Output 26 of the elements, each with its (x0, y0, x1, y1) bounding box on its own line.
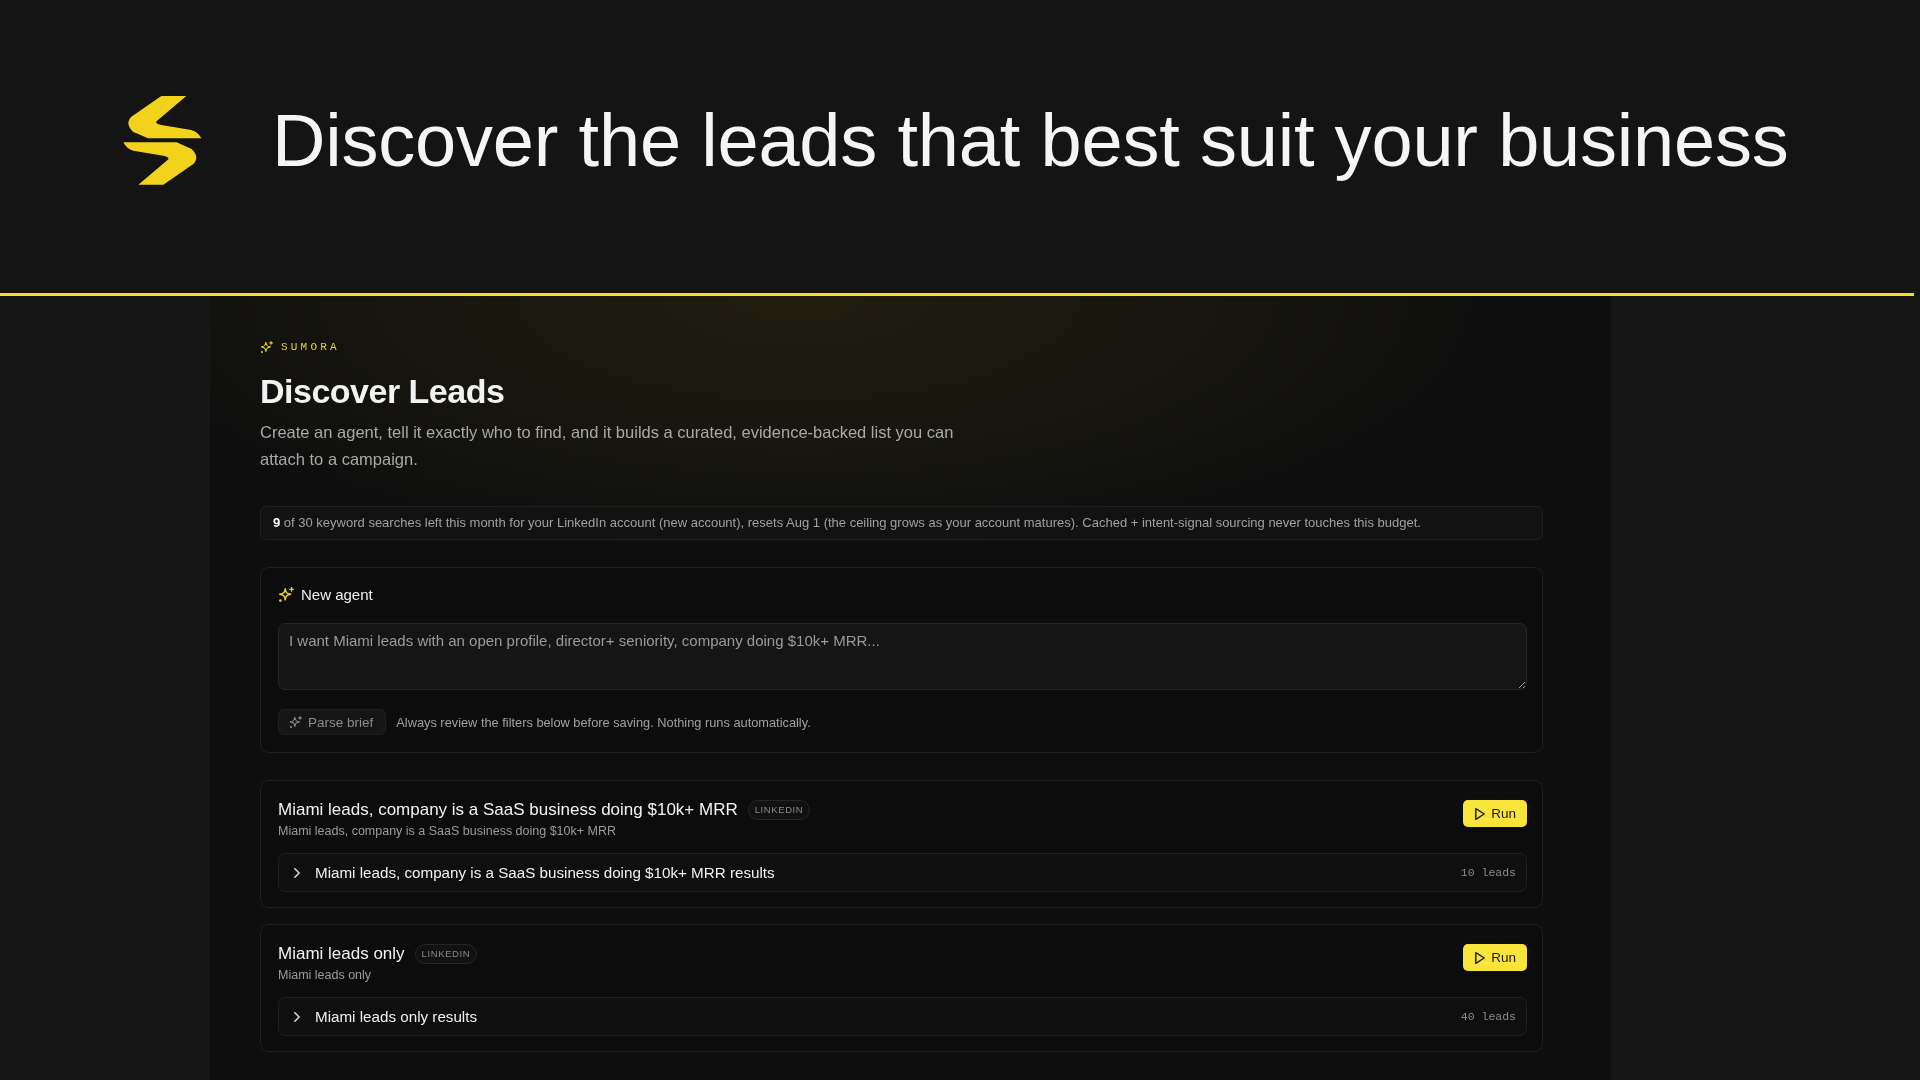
run-button[interactable]: Run (1463, 944, 1527, 971)
card-title: New agent (301, 585, 373, 605)
logo-icon (122, 95, 203, 186)
page-description: Create an agent, tell it exactly who to find, and it builds a curated, evidence-backed list you can attach to a campaign. (260, 422, 955, 470)
source-tag: LINKEDIN (747, 800, 811, 820)
sparkles-icon (289, 715, 302, 729)
run-button[interactable]: Run (1463, 800, 1527, 827)
play-icon (1475, 807, 1486, 820)
agent-name: Miami leads, company is a SaaS business doing $10k+ MRR (278, 799, 738, 821)
source-tag: LINKEDIN (414, 944, 478, 964)
results-row[interactable]: Miami leads only results 40 leads (278, 997, 1527, 1036)
quota-notice: 9 of 30 keyword searches left this month for your LinkedIn account (new account), resets Aug 1 (the ceiling grows as your account matures). Cached + intent-signal sourcing never touches this budget. (260, 506, 1543, 540)
lead-count: 40 leads (1460, 1010, 1516, 1023)
hero-headline: Discover the leads that best suit your business (272, 98, 1789, 184)
page-title: Discover Leads (260, 371, 505, 412)
sparkles-icon (278, 587, 294, 603)
lead-count: 10 leads (1460, 866, 1516, 879)
hint-text: Always review the filters below before saving. Nothing runs automatically. (396, 714, 811, 730)
agent-summary: Miami leads, company is a SaaS business doing $10k+ MRR (278, 823, 617, 840)
sparkles-icon (260, 340, 273, 354)
agent-name: Miami leads only (278, 943, 405, 965)
brief-input[interactable]: I want Miami leads with an open profile, director+ seniority, company doing $10k+ MRR... (278, 623, 1527, 690)
brand-label: SUMORA (281, 340, 340, 354)
play-icon (1475, 951, 1486, 964)
results-row[interactable]: Miami leads, company is a SaaS business doing $10k+ MRR results 10 leads (278, 853, 1527, 892)
agent-summary: Miami leads only (278, 967, 373, 984)
